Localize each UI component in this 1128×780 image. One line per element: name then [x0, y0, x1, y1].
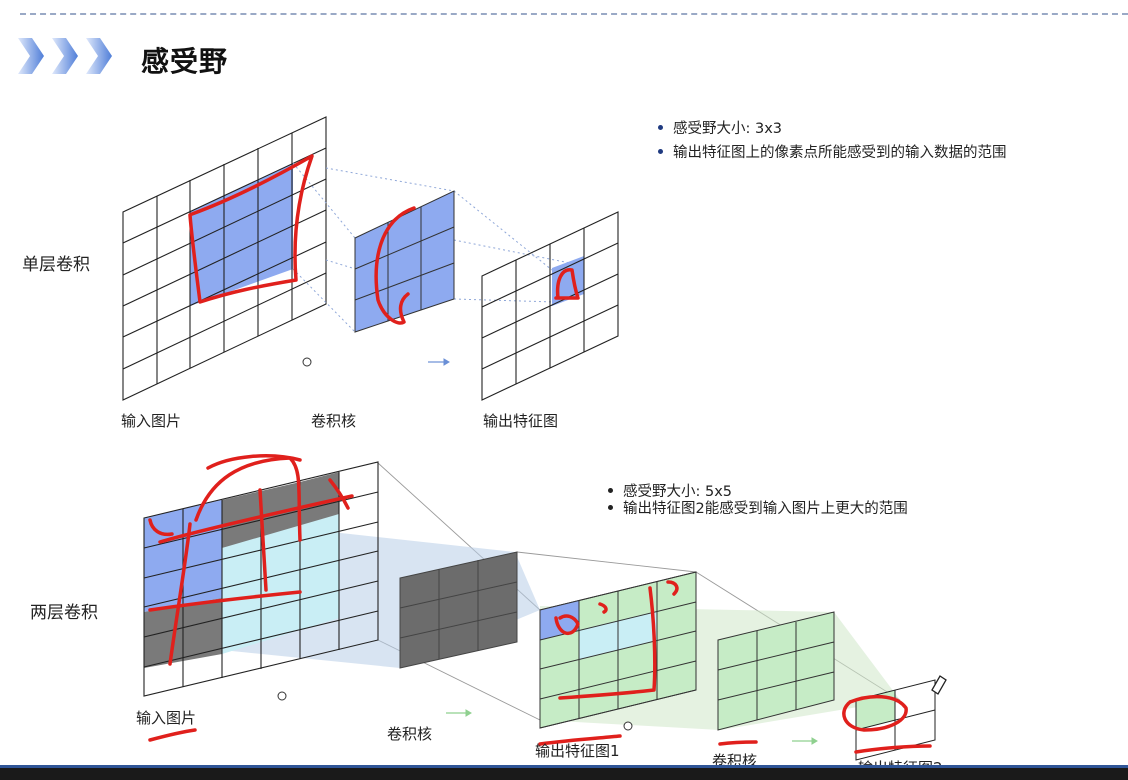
- arrow-icon: [428, 358, 450, 366]
- bullet-text: 输出特征图2能感受到输入图片上更大的范围: [623, 501, 908, 517]
- label-output-map: 输出特征图: [483, 412, 559, 430]
- label-kernel-1: 卷积核: [387, 725, 433, 743]
- single-layer-output-grid: [481, 211, 619, 401]
- label-input-image-2: 输入图片: [136, 709, 197, 727]
- bullet-text: 输出特征图上的像素点所能感受到的输入数据的范围: [673, 145, 1007, 161]
- conv-operator-icon: [302, 357, 312, 367]
- label-input-image: 输入图片: [121, 412, 182, 430]
- bullet-1: 感受野大小: 3x3: [658, 117, 782, 138]
- row-label-single: 单层卷积: [22, 255, 90, 275]
- label-output-map-1: 输出特征图1: [535, 742, 620, 760]
- label-kernel: 卷积核: [311, 412, 357, 430]
- conv-operator-icon: [277, 691, 287, 701]
- conv-operator-icon: [623, 721, 633, 731]
- row-label-double: 两层卷积: [30, 603, 98, 623]
- pencil-icon: [931, 675, 947, 695]
- bullet-text: 感受野大小: 3x3: [673, 121, 783, 137]
- receptive-field-diagram: [122, 116, 947, 761]
- bottom-bar: [0, 768, 1128, 780]
- bullet-4: 输出特征图2能感受到输入图片上更大的范围: [608, 497, 908, 518]
- bullet-2: 输出特征图上的像素点所能感受到的输入数据的范围: [658, 141, 1007, 162]
